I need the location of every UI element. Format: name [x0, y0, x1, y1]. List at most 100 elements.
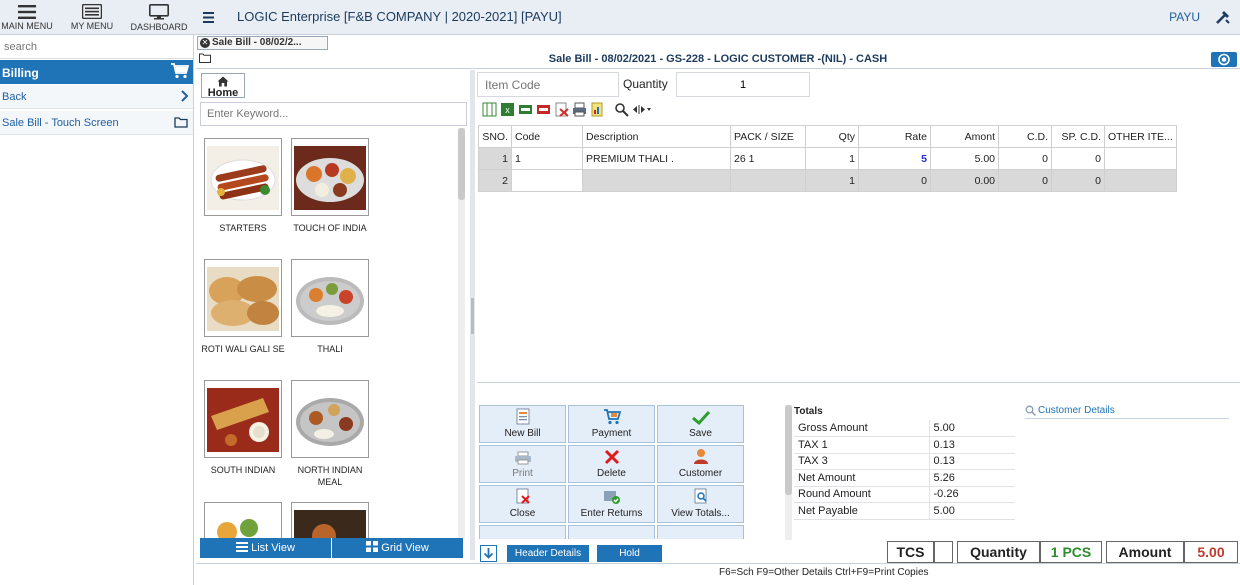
left-sidebar: Billing Back Sale Bill - Touch Screen — [0, 35, 194, 585]
category-starters[interactable]: STARTERS — [198, 138, 288, 234]
sidebar-item-back[interactable]: Back — [0, 85, 193, 109]
sidebar-item-label: Back — [2, 91, 27, 103]
category-scrollbar[interactable] — [458, 128, 465, 538]
billing-section-header[interactable]: Billing — [0, 60, 193, 84]
table-row[interactable]: 2 1 0 0.00 0 0 — [478, 169, 1177, 192]
col-header-pack-size[interactable]: PACK / SIZE — [730, 125, 806, 148]
category-label: THALI — [317, 344, 343, 354]
col-header-sno[interactable]: SNO. — [478, 125, 512, 148]
enter-returns-button[interactable]: Enter Returns — [568, 485, 655, 523]
category-touch-of-india[interactable]: TOUCH OF INDIA — [285, 138, 375, 234]
category-north-indian-meal[interactable]: NORTH INDIAN MEAL — [285, 380, 375, 488]
col-header-description[interactable]: Description — [582, 125, 731, 148]
panel-splitter[interactable] — [470, 70, 475, 560]
cell-cd[interactable]: 0 — [998, 169, 1052, 192]
expand-down-button[interactable] — [480, 545, 497, 562]
close-tab-icon[interactable]: ✕ — [200, 38, 210, 48]
customer-details-link[interactable]: Customer Details — [1025, 405, 1229, 419]
scrollbar-thumb[interactable] — [785, 405, 792, 495]
report-icon[interactable] — [590, 102, 605, 117]
hold-button[interactable]: Hold — [597, 545, 662, 562]
search-input[interactable] — [0, 35, 193, 59]
home-button[interactable]: Home — [201, 73, 245, 99]
cell-other-items[interactable] — [1104, 169, 1177, 192]
cell-rate[interactable]: 0 — [858, 169, 931, 192]
cell-code[interactable]: 1 — [511, 147, 583, 170]
cell-description[interactable] — [582, 169, 731, 192]
pdf-icon[interactable] — [536, 102, 551, 117]
quantity-input[interactable] — [676, 72, 810, 97]
totals-key: Gross Amount — [794, 420, 930, 437]
magnifier-icon[interactable] — [614, 102, 629, 117]
excel-icon[interactable]: x — [500, 102, 515, 117]
cell-pack-size[interactable]: 26 1 — [730, 147, 806, 170]
col-header-amount[interactable]: Amont — [930, 125, 999, 148]
delete-button[interactable]: Delete — [568, 445, 655, 483]
cell-qty[interactable]: 1 — [805, 169, 859, 192]
print-button[interactable]: Print — [479, 445, 566, 483]
totals-scrollbar[interactable] — [785, 405, 792, 540]
printer-icon[interactable] — [572, 102, 587, 117]
category-tile[interactable] — [198, 502, 288, 538]
quantity-total-value: 1 PCS — [1040, 541, 1102, 563]
payment-button[interactable]: Payment — [568, 405, 655, 443]
user-name[interactable]: PAYU — [1169, 10, 1200, 24]
category-tile[interactable] — [285, 502, 375, 538]
view-totals-button[interactable]: View Totals... — [657, 485, 744, 523]
col-header-rate[interactable]: Rate — [858, 125, 931, 148]
amount-total-value: 5.00 — [1184, 541, 1238, 563]
table-row[interactable]: 1 1 PREMIUM THALI . 26 1 1 5 5.00 0 0 — [478, 147, 1177, 170]
resize-columns-icon[interactable] — [632, 102, 652, 117]
record-button[interactable] — [1211, 52, 1237, 67]
customer-button[interactable]: Customer — [657, 445, 744, 483]
cell-qty[interactable]: 1 — [805, 147, 859, 170]
col-header-other-items[interactable]: OTHER ITE... — [1104, 125, 1177, 148]
category-image — [291, 259, 369, 337]
col-header-sp-cd[interactable]: SP. C.D. — [1051, 125, 1105, 148]
sidebar-item-sale-bill-touch[interactable]: Sale Bill - Touch Screen — [0, 111, 193, 135]
list-icon — [236, 542, 249, 552]
keyword-search-input[interactable] — [200, 102, 467, 126]
item-code-input[interactable] — [477, 72, 619, 97]
category-image — [204, 259, 282, 337]
cell-cd[interactable]: 0 — [998, 147, 1052, 170]
cell-sp-cd[interactable]: 0 — [1051, 169, 1105, 192]
folder-icon[interactable] — [199, 53, 211, 63]
grid-view-button[interactable]: Grid View — [332, 538, 464, 558]
document-tab[interactable]: ✕ Sale Bill - 08/02/2... — [197, 36, 328, 50]
action-button-partial[interactable] — [657, 525, 744, 539]
col-header-cd[interactable]: C.D. — [998, 125, 1052, 148]
action-button-partial[interactable] — [568, 525, 655, 539]
close-button[interactable]: Close — [479, 485, 566, 523]
cell-description[interactable]: PREMIUM THALI . — [582, 147, 731, 170]
hamburger-icon — [18, 4, 36, 19]
columns-icon[interactable] — [482, 102, 497, 117]
list-view-button[interactable]: List View — [200, 538, 332, 558]
scrollbar-thumb[interactable] — [458, 128, 465, 200]
main-menu-button[interactable]: MAIN MENU — [0, 0, 54, 35]
save-button[interactable]: Save — [657, 405, 744, 443]
menu-list-icon — [82, 4, 102, 19]
cell-rate[interactable]: 5 — [858, 147, 931, 170]
tools-icon[interactable] — [1214, 8, 1232, 26]
header-details-button[interactable]: Header Details — [507, 545, 589, 562]
col-header-code[interactable]: Code — [511, 125, 583, 148]
category-roti-wali-gali-se[interactable]: ROTI WALI GALI SE — [198, 259, 288, 355]
toggle-menu-icon[interactable] — [200, 8, 218, 26]
cell-code[interactable] — [511, 169, 583, 192]
new-bill-button[interactable]: New Bill — [479, 405, 566, 443]
splitter-grip[interactable] — [471, 298, 474, 334]
totals-key: Net Payable — [794, 502, 930, 520]
action-button-partial[interactable] — [479, 525, 566, 539]
dashboard-button[interactable]: DASHBOARD — [128, 0, 190, 35]
category-image — [291, 502, 369, 538]
delete-file-icon[interactable] — [554, 102, 569, 117]
category-south-indian[interactable]: SOUTH INDIAN — [198, 380, 288, 476]
my-menu-button[interactable]: MY MENU — [68, 0, 116, 35]
cell-other-items[interactable] — [1104, 147, 1177, 170]
cell-pack-size[interactable] — [730, 169, 806, 192]
cell-sp-cd[interactable]: 0 — [1051, 147, 1105, 170]
csv-icon[interactable] — [518, 102, 533, 117]
col-header-qty[interactable]: Qty — [805, 125, 859, 148]
category-thali[interactable]: THALI — [285, 259, 375, 355]
